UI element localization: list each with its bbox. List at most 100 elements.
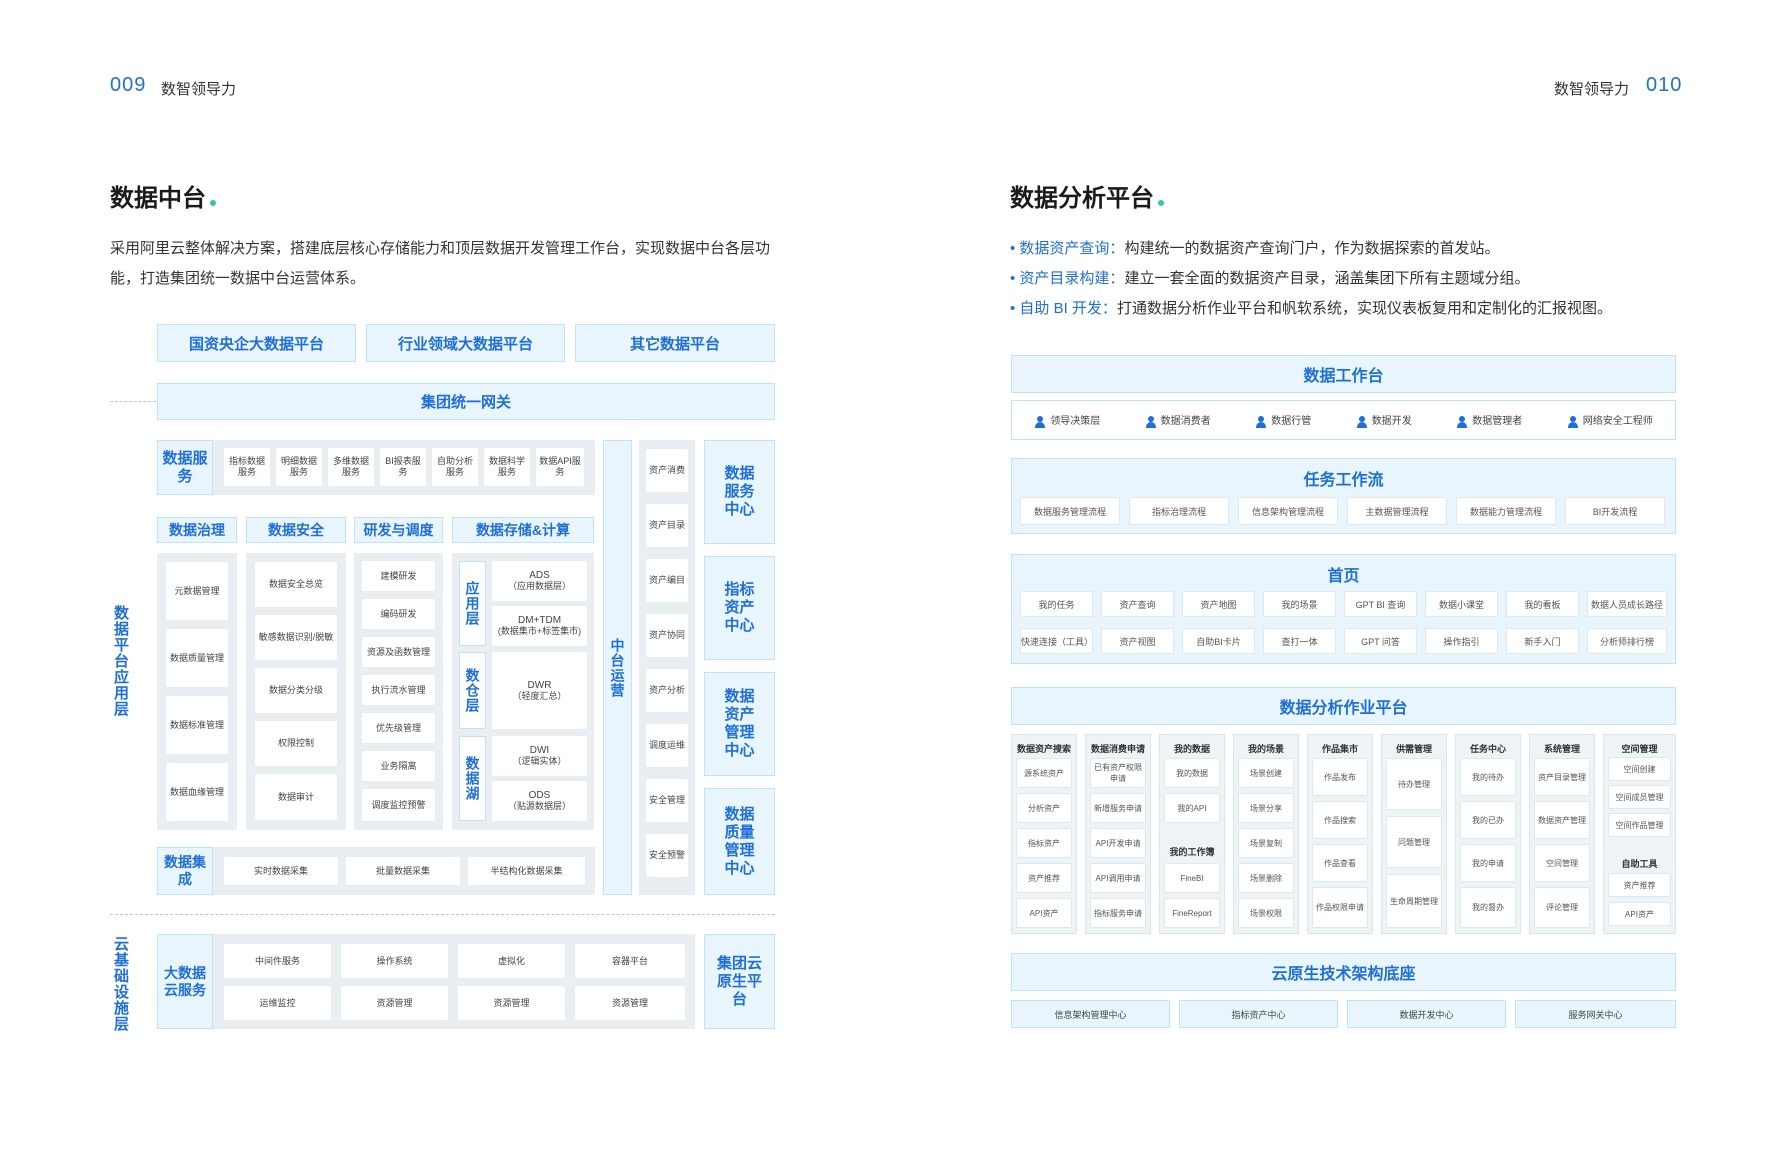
cloud-base-item: 服务网关中心 [1515,1000,1676,1028]
platform-cell: 生命周期管理 [1386,874,1442,928]
bullet-item: • 数据资产查询：构建统一的数据资产查询门户，作为数据探索的首发站。 [1010,240,1500,257]
governance-item: 数据血缘管理 [166,763,228,821]
workflow-item: BI开发流程 [1565,497,1665,525]
ops-column: 中台运营 [603,440,632,895]
rnd-item: 业务隔离 [362,751,435,781]
data-service-label: 数据服务 [157,440,213,495]
home-item: 我的任务 [1020,591,1093,617]
home-item: 我的看板 [1506,591,1579,617]
platform-column-title: 我的场景 [1247,744,1284,754]
user-icon [1145,415,1157,428]
security-item: 权限控制 [255,721,337,766]
storage-layer-label: 数仓层 [459,652,486,729]
workbench-bar: 数据工作台 [1011,355,1676,393]
platform-column-title: 供需管理 [1395,744,1432,754]
rnd-item: 调度监控预警 [362,789,435,821]
role-item: 网络安全工程师 [1567,412,1653,428]
security-item: 数据安全总览 [255,562,337,607]
security-item: 数据审计 [255,774,337,820]
home-item: 新手入门 [1506,628,1579,654]
gateway-dash [110,401,156,402]
integration-item: 批量数据采集 [346,857,460,885]
platform-cell: FineBI [1164,863,1220,893]
role-item: 数据开发 [1356,412,1412,428]
asset-ops-item: 安全管理 [646,779,688,822]
home-item: 操作指引 [1425,628,1498,654]
storage-item-ads: ADS （应用数据层） [492,561,587,601]
data-service-item: BI报表服务 [380,448,426,486]
cloud-base-bar: 云原生技术架构底座 [1011,953,1676,991]
platform-cell: 作品发布 [1312,758,1368,796]
storage-header: 数据存储&计算 [452,517,594,543]
platform-cell: API调用申请 [1090,863,1146,893]
user-icon [1456,415,1468,428]
workflow-item: 主数据管理流程 [1347,497,1447,525]
data-service-item: 自助分析服务 [432,448,478,486]
home-item: 资产地图 [1182,591,1255,617]
rnd-item: 资源及函数管理 [362,637,435,667]
bigdata-item: 运维监控 [224,986,331,1020]
home-item: GPT BI 查询 [1344,591,1417,617]
platform-cell: 作品权限申请 [1312,887,1368,928]
platform-cell: 空间创建 [1608,757,1671,781]
platform-column-title: 数据消费申请 [1090,744,1145,754]
home-title: 首页 [1327,568,1360,585]
center-quality-management: 数据质量管理中心 [704,788,775,895]
bullet-list: • 数据资产查询：构建统一的数据资产查询门户，作为数据探索的首发站。 • 资产目… [1010,234,1670,324]
data-service-item: 数据科学服务 [484,448,530,486]
app-layer-label: 数据平台应用层 [112,605,129,717]
home-item: 分析师排行榜 [1587,628,1667,654]
user-icon [1034,415,1046,428]
platform-cell: 指标资产 [1016,828,1072,858]
platform-column-title: 数据资产搜索 [1016,744,1071,754]
data-service-item: 多维数据服务 [328,448,374,486]
asset-ops-item: 资产分析 [646,669,688,712]
center-indicator-assets: 指标资产中心 [704,556,775,660]
bigdata-label: 大数据云服务 [157,934,213,1029]
top-platform-1: 国资央企大数据平台 [157,324,356,362]
platform-cell: 场景权限 [1238,898,1294,928]
storage-item-dm: DM+TDM (数据集市+标签集市) [492,606,587,646]
governance-item: 数据标准管理 [166,696,228,754]
cloud-base-item: 信息架构管理中心 [1011,1000,1170,1028]
rnd-item: 执行流水管理 [362,675,435,705]
home-item: GPT 问答 [1344,628,1417,654]
role-item: 领导决策层 [1034,412,1100,428]
page-number-left: 009 [110,74,147,96]
workflow-item: 指标治理流程 [1129,497,1229,525]
platform-column-title: 系统管理 [1543,744,1580,754]
page-label-right: 数智领导力 [1554,81,1630,98]
rnd-item: 优先级管理 [362,713,435,743]
bigdata-item: 容器平台 [575,944,685,978]
workflow-item: 数据服务管理流程 [1020,497,1120,525]
platform-cell: 指标服务申请 [1090,898,1146,928]
platform-cell: 资产推荐 [1608,873,1671,897]
home-item: 我的场景 [1263,591,1336,617]
platform-cell: API资产 [1608,902,1671,926]
storage-item-dwr: DWR （轻度汇总） [492,652,587,729]
platform-cell: 数据资产管理 [1534,801,1590,839]
data-service-item: 指标数据服务 [224,448,270,486]
platform-cell: 我的API [1164,793,1220,823]
platform-cell: 我的数据 [1164,758,1220,788]
platform-column-title: 我的数据 [1173,744,1210,754]
left-title: 数据中台 [110,178,216,213]
security-item: 敏感数据识别/脱敏 [255,615,337,660]
platform-column-title: 任务中心 [1469,744,1506,754]
user-icon [1567,415,1579,428]
home-item: 资产查询 [1101,591,1174,617]
platform-cell: 资产推荐 [1016,863,1072,893]
platform-cell: 作品搜索 [1312,801,1368,839]
infra-divider [110,914,775,915]
title-dot [1158,200,1164,206]
governance-header: 数据治理 [157,517,237,543]
asset-ops-item: 调度运维 [646,724,688,767]
right-title: 数据分析平台 [1010,178,1164,213]
security-item: 数据分类分级 [255,668,337,713]
bigdata-item: 资源管理 [575,986,685,1020]
storage-layer-label: 数据湖 [459,736,486,821]
page-label-left: 数智领导力 [161,81,237,98]
role-item: 数据行管 [1255,412,1311,428]
platform-cell: 场景复制 [1238,828,1294,858]
cloud-native-platform: 集团云原生平台 [704,934,775,1029]
